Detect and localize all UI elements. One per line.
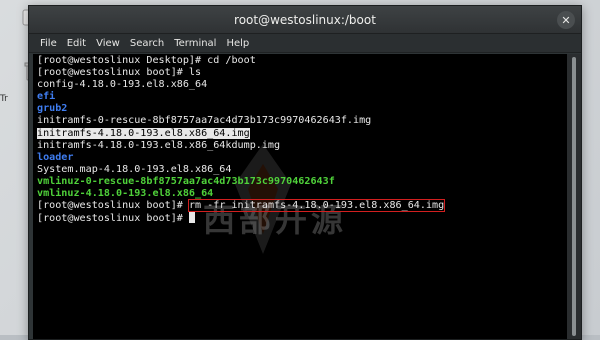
terminal-line-dir: efi (37, 91, 56, 103)
terminal-line-exec: vmlinuz-0-rescue-8bf8757aa7ac4d73b173c99… (37, 175, 335, 187)
scrollbar-thumb[interactable] (572, 57, 576, 336)
menu-bar: File Edit View Search Terminal Help (29, 34, 581, 53)
prompt: [root@westoslinux boot]# (37, 200, 189, 212)
trash-label: Tr (0, 94, 8, 104)
terminal-line-exec: vmlinuz-4.18.0-193.el8.x86_64 (37, 188, 214, 200)
close-button[interactable]: ✕ (557, 11, 575, 29)
prompt: [root@westoslinux boot]# (37, 213, 189, 225)
menu-search[interactable]: Search (125, 38, 169, 49)
menu-view[interactable]: View (91, 38, 125, 49)
rm-command-highlight: rm -fr initramfs-4.18.0-193.el8.x86_64.i… (187, 199, 446, 213)
menu-edit[interactable]: Edit (62, 38, 91, 49)
terminal-line: [root@westoslinux boot]# ls (37, 67, 202, 79)
text-cursor (188, 212, 195, 224)
scrollbar[interactable] (567, 54, 581, 339)
terminal-line-dir: loader (37, 151, 74, 163)
close-icon: ✕ (561, 13, 571, 27)
terminal-line-selected[interactable]: initramfs-4.18.0-193.el8.x86_64.img (37, 127, 250, 139)
menu-help[interactable]: Help (221, 38, 254, 49)
terminal-line-dir: grub2 (37, 103, 68, 115)
terminal-line: initramfs-0-rescue-8bf8757aa7ac4d73b173c… (37, 115, 372, 127)
terminal-output[interactable]: [root@westoslinux Desktop]# cd /boot [ro… (33, 54, 567, 339)
terminal-line: config-4.18.0-193.el8.x86_64 (37, 79, 208, 91)
terminal-line: initramfs-4.18.0-193.el8.x86_64kdump.img (37, 139, 281, 151)
window-title: root@westoslinux:/boot (234, 12, 376, 27)
terminal-line: System.map-4.18.0-193.el8.x86_64 (37, 163, 232, 175)
terminal-line: [root@westoslinux Desktop]# cd /boot (37, 55, 256, 66)
terminal-window[interactable]: root@westoslinux:/boot ✕ File Edit View … (28, 5, 582, 340)
menu-terminal[interactable]: Terminal (169, 38, 221, 49)
title-bar[interactable]: root@westoslinux:/boot ✕ (29, 6, 581, 34)
terminal-line-current: [root@westoslinux boot]# (37, 212, 567, 224)
terminal-line-rm: [root@westoslinux boot]# rm -fr initramf… (37, 199, 567, 213)
menu-file[interactable]: File (35, 38, 62, 49)
